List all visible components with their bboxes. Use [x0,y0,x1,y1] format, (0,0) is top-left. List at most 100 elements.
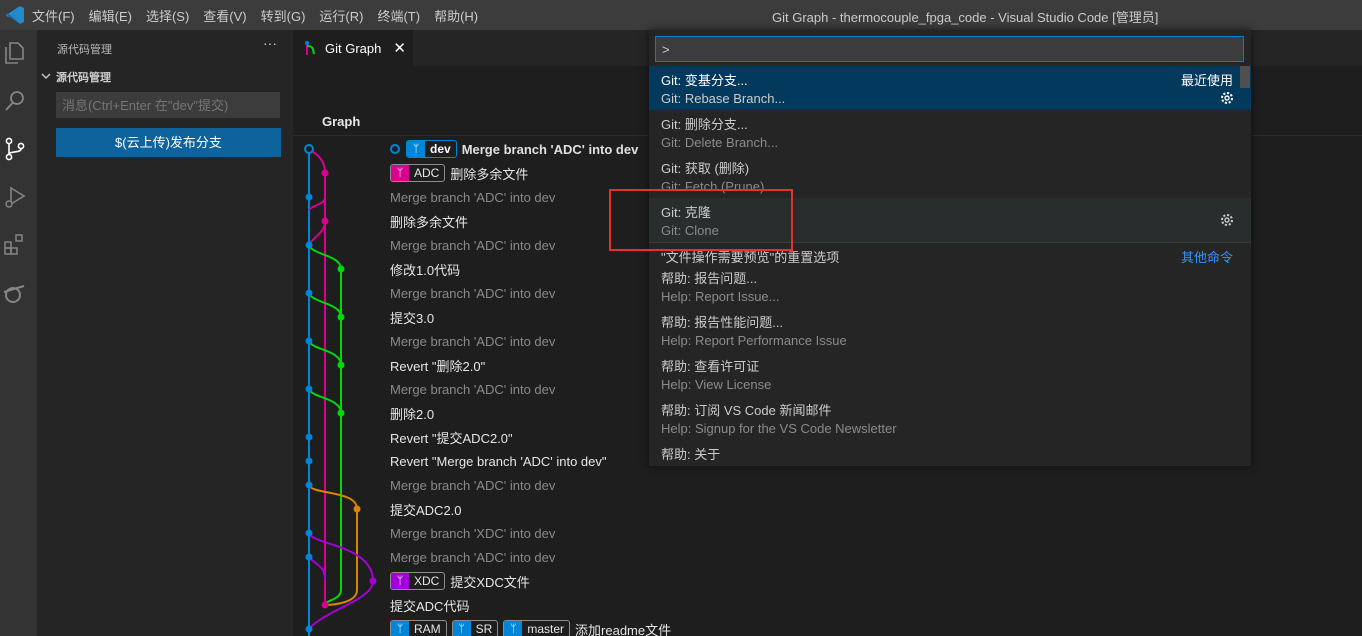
commit-message: 提交XDC文件 [450,574,530,590]
branch-ref-sr[interactable]: ᛘ SR [451,620,499,636]
branch-ref-master[interactable]: ᛘ master [503,620,571,636]
command-sublabel: Help: Signup for the VS Code Newsletter [661,421,897,436]
commit-row[interactable]: Merge branch 'ADC' into dev [390,377,690,401]
source-control-icon[interactable] [2,136,28,162]
commit-message: 提交3.0 [390,310,435,326]
commit-row[interactable]: Revert "Merge branch 'ADC' into dev" [390,449,690,473]
commit-message: Revert "删除2.0" [390,358,486,374]
commit-message: 提交ADC代码 [390,598,470,614]
commit-graph [304,144,377,636]
extensions-icon[interactable] [2,232,28,258]
commit-row[interactable]: ᛘ XDC 提交XDC文件 [390,569,690,593]
gear-icon[interactable] [1219,90,1235,106]
source-control-sidebar: 源代码管理 ··· 源代码管理 $(云上传)发布分支 [37,30,293,636]
chevron-down-icon [41,71,51,84]
section-label: 源代码管理 [56,72,111,84]
publish-branch-button[interactable]: $(云上传)发布分支 [56,128,281,157]
column-header-graph[interactable]: Graph [322,114,360,129]
tab-label: Git Graph [325,40,382,56]
command-item-newsletter[interactable]: 帮助: 订阅 VS Code 新闻邮件 Help: Signup for the… [649,396,1251,440]
run-debug-icon[interactable] [2,184,28,210]
commit-message: Merge branch 'ADC' into dev [390,549,556,565]
sidebar-more-button[interactable]: ··· [263,35,277,51]
commit-message: Merge branch 'ADC' into dev [390,333,556,349]
branch-ref-ram[interactable]: ᛘ RAM [390,620,447,636]
commit-row[interactable]: Merge branch 'ADC' into dev [390,329,690,353]
command-sublabel: Help: View License [661,377,772,392]
annotation-highlight-box [609,189,793,251]
command-palette-input[interactable] [655,36,1244,62]
commit-message: Merge branch 'ADC' into dev [390,189,556,205]
command-item-delete-branch[interactable]: Git: 删除分支... Git: Delete Branch... [649,110,1251,154]
branch-icon: ᛘ [504,621,523,636]
command-label: 帮助: 报告性能问题... [661,315,784,330]
commit-row[interactable]: Merge branch 'ADC' into dev [390,545,690,569]
command-item-report-performance[interactable]: 帮助: 报告性能问题... Help: Report Performance I… [649,308,1251,352]
commit-row[interactable]: 删除2.0 [390,401,690,425]
commit-message: Merge branch 'ADC' into dev [390,381,556,397]
explorer-icon[interactable] [2,40,28,66]
commit-message: Merge branch 'XDC' into dev [390,525,556,541]
commit-row[interactable]: ᛘ dev Merge branch 'ADC' into dev [390,137,690,161]
commit-row[interactable]: Merge branch 'ADC' into dev [390,473,690,497]
branch-ref-dev[interactable]: ᛘ dev [406,140,457,158]
menu-selection[interactable]: 选择(S) [146,6,189,25]
menu-view[interactable]: 查看(V) [203,6,246,25]
command-list: Git: 变基分支... Git: Rebase Branch... 最近使用 … [649,66,1251,462]
commit-row[interactable]: Revert "删除2.0" [390,353,690,377]
palette-scrollbar[interactable] [1240,66,1250,88]
source-control-section[interactable]: 源代码管理 [41,69,111,85]
commit-row[interactable]: ᛘ RAM ᛘ SR ᛘ master 添加readme文件 [390,617,690,636]
vscode-logo-icon [6,6,24,24]
commit-message: Revert "Merge branch 'ADC' into dev" [390,453,607,469]
branch-icon: ᛘ [452,621,471,636]
command-label: Git: 变基分支... [661,73,748,88]
command-item-view-license[interactable]: 帮助: 查看许可证 Help: View License [649,352,1251,396]
gear-icon[interactable] [1219,212,1235,228]
branch-icon: ᛘ [391,165,409,181]
commit-message-input[interactable] [56,92,280,118]
commit-message: Merge branch 'ADC' into dev [390,477,556,493]
commit-message: 修改1.0代码 [390,262,461,278]
commit-message: Merge branch 'ADC' into dev [390,285,556,301]
commit-row[interactable]: 提交3.0 [390,305,690,329]
commit-node-head[interactable] [304,144,314,154]
commit-row[interactable]: 修改1.0代码 [390,257,690,281]
commit-row[interactable]: ᛘ ADC 删除多余文件 [390,161,690,185]
menu-edit[interactable]: 编辑(E) [89,6,132,25]
command-label: 帮助: 订阅 VS Code 新闻邮件 [661,403,832,418]
tab-git-graph[interactable]: Git Graph ✕ [293,30,413,66]
close-icon[interactable]: ✕ [393,39,406,57]
commit-message: 删除多余文件 [450,166,529,182]
command-item-rebase-branch[interactable]: Git: 变基分支... Git: Rebase Branch... 最近使用 [649,66,1251,110]
menu-terminal[interactable]: 终端(T) [377,6,420,25]
commit-row[interactable]: Merge branch 'ADC' into dev [390,281,690,305]
command-label: Git: 获取 (删除) [661,161,750,176]
menu-run[interactable]: 运行(R) [319,6,363,25]
command-sublabel: Git: Delete Branch... [661,135,779,150]
menu-bar: 文件(F) 编辑(E) 选择(S) 查看(V) 转到(G) 运行(R) 终端(T… [32,0,492,30]
command-item-about[interactable]: 帮助: 关于 [649,440,1251,462]
command-label: Git: 删除分支... [661,117,748,132]
commit-row[interactable]: 提交ADC2.0 [390,497,690,521]
search-icon[interactable] [2,88,28,114]
branch-ref-xdc[interactable]: ᛘ XDC [390,572,446,590]
branch-icon: ᛘ [391,621,409,636]
git-graph-activity-icon[interactable] [2,280,28,306]
command-sublabel: Help: Report Issue... [661,289,780,304]
menu-file[interactable]: 文件(F) [32,6,75,25]
sidebar-title: 源代码管理 [57,44,112,56]
commit-message: Revert "提交ADC2.0" [390,430,513,446]
commit-message: Merge branch 'ADC' into dev [461,141,639,157]
command-sublabel: Git: Rebase Branch... [661,91,786,106]
commit-row[interactable]: 提交ADC代码 [390,593,690,617]
commit-row[interactable]: Merge branch 'XDC' into dev [390,521,690,545]
activity-bar [0,30,37,636]
commit-row[interactable]: Revert "提交ADC2.0" [390,425,690,449]
branch-ref-adc[interactable]: ᛘ ADC [390,164,446,182]
menu-help[interactable]: 帮助(H) [434,6,478,25]
menu-go[interactable]: 转到(G) [261,6,306,25]
command-item-report-issue[interactable]: 帮助: 报告问题... Help: Report Issue... [649,264,1251,308]
command-label: 帮助: 关于 [661,447,721,462]
branch-icon: ᛘ [391,573,409,589]
